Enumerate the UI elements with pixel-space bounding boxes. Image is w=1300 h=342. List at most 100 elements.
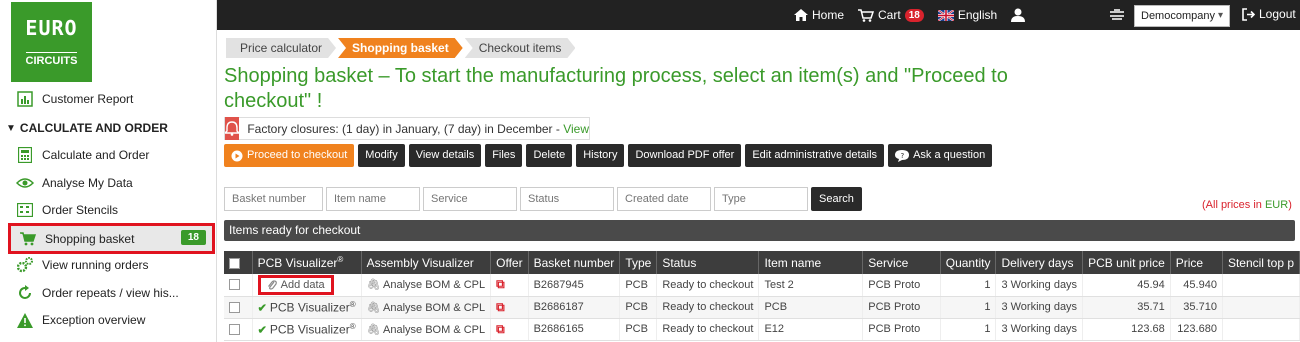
analyse-bom-link[interactable]: Analyse BOM & CPL bbox=[383, 302, 485, 314]
row-checkbox[interactable] bbox=[229, 279, 240, 291]
table-row[interactable]: Add data 🖇 Analyse BOM & CPL ⧉ B2687945 … bbox=[224, 274, 1300, 297]
offer-cell[interactable]: ⧉ bbox=[490, 318, 529, 341]
col-assembly-visualizer[interactable]: Assembly Visualizer bbox=[361, 251, 492, 274]
settings-icon[interactable] bbox=[1110, 9, 1124, 21]
euro-circuits-logo[interactable]: EURO CIRCUITS bbox=[11, 2, 92, 82]
edit-administrative-details-button[interactable]: Edit administrative details bbox=[745, 144, 885, 167]
col-status[interactable]: Status bbox=[656, 251, 760, 274]
assembly-cell[interactable]: 🖇 Analyse BOM & CPL bbox=[361, 274, 492, 297]
registered-mark: ® bbox=[337, 255, 344, 264]
pdf-icon[interactable]: ⧉ bbox=[496, 277, 505, 291]
svg-text:?: ? bbox=[901, 152, 905, 160]
service-input[interactable] bbox=[423, 187, 517, 211]
basket-number-input[interactable] bbox=[224, 187, 323, 211]
col-quantity[interactable]: Quantity bbox=[940, 251, 997, 274]
sidebar-item-order-repeats[interactable]: Order repeats / view his... bbox=[8, 280, 215, 306]
col-offer[interactable]: Offer bbox=[490, 251, 529, 274]
account-link[interactable] bbox=[1011, 8, 1026, 22]
sidebar-item-customer-report[interactable]: Customer Report bbox=[8, 86, 215, 112]
uk-flag-icon bbox=[937, 9, 954, 21]
col-service[interactable]: Service bbox=[862, 251, 941, 274]
item-name-cell: Test 2 bbox=[758, 274, 864, 297]
row-checkbox[interactable] bbox=[229, 301, 240, 313]
type-input[interactable] bbox=[714, 187, 808, 211]
sidebar-section-calculate[interactable]: ▼ CALCULATE AND ORDER bbox=[6, 121, 168, 135]
status-cell: Ready to checkout bbox=[656, 296, 760, 319]
assembly-cell[interactable]: 🖇 Analyse BOM & CPL bbox=[361, 318, 492, 341]
logout-link[interactable]: Logout bbox=[1242, 7, 1296, 21]
sidebar-item-analyse-my-data[interactable]: Analyse My Data bbox=[8, 170, 215, 196]
proceed-to-checkout-button[interactable]: Proceed to checkout bbox=[224, 144, 355, 167]
sidebar-item-exception-overview[interactable]: Exception overview bbox=[8, 307, 215, 333]
col-basket-number[interactable]: Basket number bbox=[528, 251, 621, 274]
pcb-visualizer-cell[interactable]: ✔ PCB Visualizer® bbox=[252, 318, 362, 341]
home-link[interactable]: Home bbox=[794, 8, 844, 22]
sidebar-item-shopping-basket[interactable]: Shopping basket 18 bbox=[8, 223, 215, 254]
row-checkbox[interactable] bbox=[229, 323, 240, 335]
breadcrumb-shopping-basket[interactable]: Shopping basket bbox=[338, 38, 463, 58]
language-selector[interactable]: English bbox=[937, 8, 998, 22]
sidebar-item-view-running-orders[interactable]: View running orders bbox=[8, 252, 215, 278]
delete-button[interactable]: Delete bbox=[526, 144, 573, 167]
breadcrumb: Price calculator Shopping basket Checkou… bbox=[226, 38, 577, 58]
notice-view-link[interactable]: View bbox=[563, 122, 589, 136]
logout-icon bbox=[1242, 7, 1255, 21]
analyse-bom-link[interactable]: Analyse BOM & CPL bbox=[383, 279, 485, 291]
sidebar: EURO CIRCUITS Customer Report ▼ CALCULAT… bbox=[0, 0, 217, 342]
assembly-cell[interactable]: 🖇 Analyse BOM & CPL bbox=[361, 296, 492, 319]
offer-cell[interactable]: ⧉ bbox=[490, 296, 529, 319]
pdf-icon[interactable]: ⧉ bbox=[496, 300, 505, 314]
cart-link[interactable]: Cart 18 bbox=[858, 8, 924, 22]
table-row[interactable]: ✔ PCB Visualizer® 🖇 Analyse BOM & CPL ⧉ … bbox=[224, 318, 1300, 341]
modify-button[interactable]: Modify bbox=[358, 144, 405, 167]
company-select[interactable]: Democompany ▾ bbox=[1134, 5, 1230, 27]
sidebar-item-order-stencils[interactable]: Order Stencils bbox=[8, 197, 215, 223]
bell-icon bbox=[225, 117, 240, 140]
col-delivery-days[interactable]: Delivery days bbox=[995, 251, 1084, 274]
item-name-input[interactable] bbox=[326, 187, 420, 211]
add-data-label: Add data bbox=[280, 278, 325, 291]
col-pcb-unit-price[interactable]: PCB unit price bbox=[1082, 251, 1171, 274]
pdf-icon[interactable]: ⧉ bbox=[496, 322, 505, 336]
view-details-button[interactable]: View details bbox=[408, 144, 482, 167]
col-price[interactable]: Price bbox=[1170, 251, 1223, 274]
logo-line-3: CIRCUITS bbox=[25, 51, 78, 67]
pcb-visualizer-cell[interactable]: ✔ PCB Visualizer® bbox=[252, 296, 362, 319]
col-item-name[interactable]: Item name bbox=[758, 251, 864, 274]
caret-down-icon: ▼ bbox=[6, 122, 16, 134]
language-label: English bbox=[957, 8, 998, 22]
select-all-checkbox[interactable] bbox=[229, 257, 240, 269]
pcb-visualizer-link[interactable]: PCB Visualizer bbox=[270, 322, 350, 336]
sidebar-item-label: Order Stencils bbox=[42, 203, 119, 217]
created-date-input[interactable] bbox=[617, 187, 711, 211]
delivery-cell: 3 Working days bbox=[995, 274, 1084, 297]
sidebar-item-label: Calculate and Order bbox=[42, 148, 150, 162]
sidebar-item-label: Exception overview bbox=[42, 313, 146, 327]
history-button[interactable]: History bbox=[576, 144, 625, 167]
analyse-bom-link[interactable]: Analyse BOM & CPL bbox=[383, 324, 485, 336]
registered-mark: ® bbox=[349, 321, 356, 331]
col-type[interactable]: Type bbox=[619, 251, 658, 274]
search-button[interactable]: Search bbox=[811, 187, 862, 211]
breadcrumb-price-calculator[interactable]: Price calculator bbox=[226, 38, 336, 58]
download-pdf-offer-button[interactable]: Download PDF offer bbox=[628, 144, 742, 167]
button-label: Ask a question bbox=[913, 149, 986, 161]
filter-bar: Search bbox=[224, 187, 862, 211]
cart-count-badge: 18 bbox=[904, 8, 924, 22]
delivery-cell: 3 Working days bbox=[995, 318, 1084, 341]
status-input[interactable] bbox=[520, 187, 614, 211]
breadcrumb-checkout-items[interactable]: Checkout items bbox=[465, 38, 576, 58]
stencil-icon bbox=[16, 201, 34, 219]
col-pcb-visualizer[interactable]: PCB Visualizer® bbox=[252, 251, 362, 274]
pcb-visualizer-cell: Add data bbox=[252, 274, 362, 297]
col-stencil-top[interactable]: Stencil top p bbox=[1222, 251, 1300, 274]
ask-a-question-button[interactable]: ? Ask a question bbox=[888, 144, 993, 167]
add-data-button[interactable]: Add data bbox=[257, 274, 334, 295]
offer-cell[interactable]: ⧉ bbox=[490, 274, 529, 297]
sidebar-item-label: View running orders bbox=[42, 258, 149, 272]
sidebar-item-calculate-and-order[interactable]: Calculate and Order bbox=[8, 142, 215, 168]
service-cell: PCB Proto bbox=[862, 296, 941, 319]
table-row[interactable]: ✔ PCB Visualizer® 🖇 Analyse BOM & CPL ⧉ … bbox=[224, 296, 1300, 319]
pcb-visualizer-link[interactable]: PCB Visualizer bbox=[270, 300, 350, 314]
files-button[interactable]: Files bbox=[485, 144, 523, 167]
